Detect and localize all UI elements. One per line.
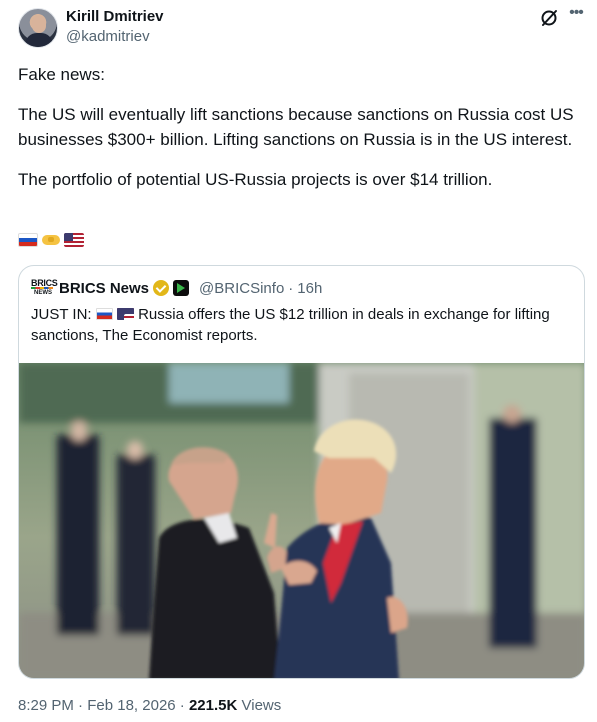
grok-icon[interactable] — [539, 8, 559, 28]
quoted-photo[interactable] — [19, 363, 585, 679]
tweet-paragraph-3: The portfolio of potential US-Russia pro… — [18, 170, 493, 189]
quoted-separator: · — [288, 279, 294, 297]
flag-russia-icon — [18, 233, 38, 247]
flag-united-states-icon — [116, 308, 134, 320]
avatar-suit — [25, 33, 53, 47]
tweet-footer: 8:29 PM · Feb 18, 2026 · 221.5K Views — [18, 697, 281, 714]
avatar[interactable] — [18, 8, 58, 48]
quoted-text: JUST IN: Russia offers the US $12 trilli… — [31, 304, 576, 346]
footer-separator: · — [179, 697, 185, 714]
quoted-tweet[interactable]: BRICS NEWS BRICS News @BRICSinfo · 16h J… — [18, 265, 585, 679]
tweet-paragraph-1: Fake news: — [18, 65, 105, 84]
quoted-text-prefix: JUST IN: — [31, 306, 92, 323]
post-time[interactable]: 8:29 PM — [18, 697, 74, 714]
verified-badge-icon — [153, 280, 170, 296]
quoted-author-handle[interactable]: @BRICSinfo — [199, 280, 284, 297]
handshake-icon — [41, 233, 61, 247]
author-name[interactable]: Kirill Dmitriev — [66, 8, 164, 25]
tweet-header: Kirill Dmitriev @kadmitriev ••• — [18, 5, 584, 50]
brics-logo[interactable]: BRICS NEWS — [31, 278, 58, 298]
affiliate-badge-icon — [173, 280, 190, 296]
quoted-timestamp[interactable]: 16h — [297, 280, 322, 297]
views-count[interactable]: 221.5K — [189, 697, 237, 714]
footer-separator: · — [78, 697, 84, 714]
more-icon[interactable]: ••• — [566, 5, 586, 26]
quoted-author-name[interactable]: BRICS News — [59, 280, 149, 297]
avatar-face — [32, 16, 46, 33]
post-date[interactable]: Feb 18, 2026 — [87, 697, 175, 714]
flag-russia-icon — [95, 308, 113, 320]
tweet-text: Fake news: The US will eventually lift s… — [18, 62, 578, 192]
quoted-header: BRICS NEWS BRICS News @BRICSinfo · 16h — [31, 278, 322, 298]
flag-united-states-icon — [64, 233, 84, 247]
emoji-row — [18, 231, 84, 249]
author-handle[interactable]: @kadmitriev — [66, 28, 150, 45]
tweet-paragraph-2: The US will eventually lift sanctions be… — [18, 105, 574, 149]
views-label: Views — [241, 697, 282, 714]
